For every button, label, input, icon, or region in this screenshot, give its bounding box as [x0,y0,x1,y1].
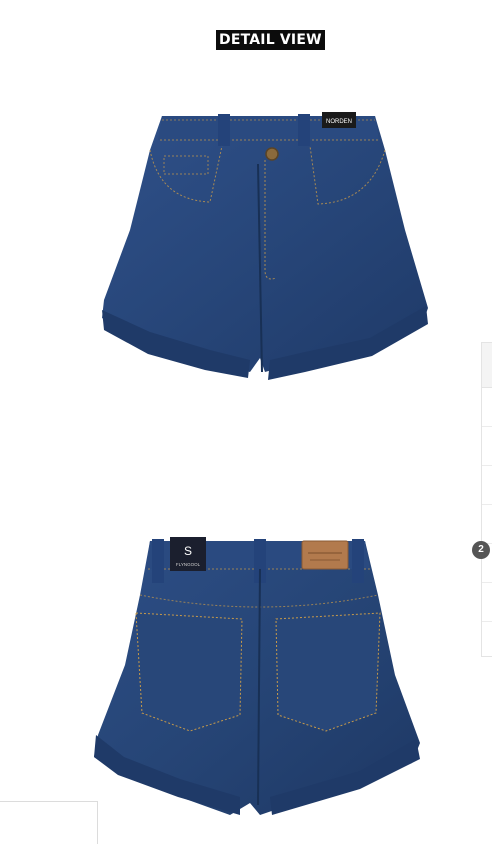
leather-patch [301,540,349,570]
front-tag-text: NORDEN [326,119,352,125]
side-panel-header [482,343,492,388]
size-tag-letter: S [184,544,192,558]
side-panel-row[interactable] [482,388,492,427]
pagination-badge[interactable]: 2 [472,541,490,559]
side-panel-row[interactable] [482,466,492,505]
side-option-panel[interactable] [481,342,492,657]
bottom-left-panel [0,801,98,844]
side-panel-row[interactable] [482,427,492,466]
shorts-back-photo: S FLYNGOOL [94,537,420,815]
side-panel-row[interactable] [482,505,492,544]
shorts-front-photo: NORDEN [102,112,428,380]
size-tag-brand: FLYNGOOL [176,562,201,567]
detail-view-title: DETAIL VIEW [216,30,325,50]
side-panel-row[interactable] [482,583,492,622]
